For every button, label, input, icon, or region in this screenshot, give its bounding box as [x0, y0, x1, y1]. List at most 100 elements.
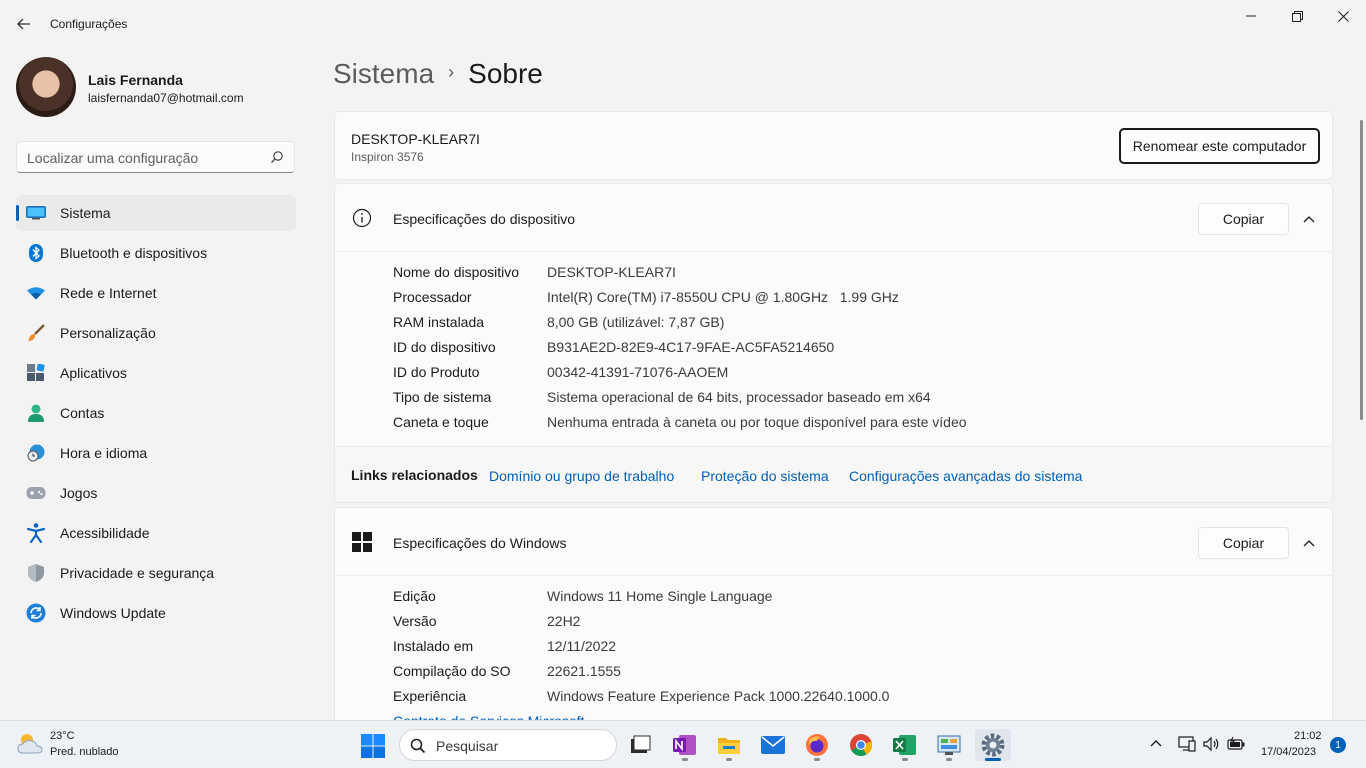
device-specs-header[interactable]: Especificações do dispositivo Copiar: [335, 184, 1332, 252]
sidebar-item-jogos[interactable]: Jogos: [16, 475, 296, 511]
chrome-icon: [850, 734, 872, 756]
running-indicator: [726, 758, 732, 761]
chevron-up-icon: [1303, 540, 1315, 547]
spec-key: Compilação do SO: [393, 663, 511, 679]
breadcrumb-parent[interactable]: Sistema: [333, 58, 434, 89]
minimize-button[interactable]: [1228, 4, 1274, 28]
chrome-button[interactable]: [843, 729, 879, 761]
back-button[interactable]: [10, 12, 38, 36]
pc-name-card: DESKTOP-KLEAR7I Inspiron 3576 Renomear e…: [334, 111, 1333, 180]
spec-value: Intel(R) Core(TM) i7-8550U CPU @ 1.80GHz…: [547, 289, 899, 305]
user-email: laisfernanda07@hotmail.com: [88, 91, 244, 105]
taskbar-search[interactable]: Pesquisar: [399, 729, 617, 761]
domain-workgroup-link[interactable]: Domínio ou grupo de trabalho: [489, 468, 674, 484]
spec-row: Caneta e toque Nenhuma entrada à caneta o…: [393, 414, 1313, 439]
network-icon[interactable]: [1178, 735, 1196, 753]
spec-row: RAM instalada 8,00 GB (utilizável: 7,87 G…: [393, 314, 1313, 339]
spec-value: Nenhuma entrada à caneta ou por toque di…: [547, 414, 967, 430]
clock-date[interactable]: 17/04/2023: [1261, 746, 1316, 758]
device-specs-title: Especificações do dispositivo: [393, 211, 576, 227]
spec-row: Experiência Windows Feature Experience Pa…: [393, 688, 1313, 713]
control-panel-icon: [937, 735, 961, 755]
spec-value: DESKTOP-KLEAR7I: [547, 264, 676, 280]
onenote-button[interactable]: [667, 729, 703, 761]
firefox-icon: [806, 734, 828, 756]
firefox-button[interactable]: [799, 729, 835, 761]
settings-search[interactable]: [16, 141, 295, 173]
sidebar-item-label: Acessibilidade: [60, 525, 150, 541]
spec-row: Nome do dispositivo DESKTOP-KLEAR7I: [393, 264, 1313, 289]
spec-key: Tipo de sistema: [393, 389, 492, 405]
spec-key: ID do dispositivo: [393, 339, 496, 355]
control-panel-button[interactable]: [931, 729, 967, 761]
maximize-button[interactable]: [1274, 4, 1320, 28]
mail-button[interactable]: [755, 729, 791, 761]
chevron-up-icon[interactable]: [1148, 735, 1164, 751]
spec-value: Sistema operacional de 64 bits, processa…: [547, 389, 931, 405]
spec-row: Processador Intel(R) Core(TM) i7-8550U CP…: [393, 289, 1313, 314]
sidebar-item-personalizacao[interactable]: Personalização: [16, 315, 296, 351]
notification-badge[interactable]: 1: [1330, 737, 1346, 753]
running-indicator: [682, 758, 688, 761]
weather-temperature[interactable]: 23°C: [50, 730, 75, 742]
chevron-up-icon: [1303, 216, 1315, 223]
search-input[interactable]: [27, 148, 267, 168]
spec-key: Versão: [393, 613, 437, 629]
collapse-device-specs-button[interactable]: [1297, 208, 1321, 230]
sidebar-item-acessibilidade[interactable]: Acessibilidade: [16, 515, 296, 551]
info-icon: [352, 208, 372, 228]
sidebar-item-sistema[interactable]: Sistema: [16, 195, 296, 231]
avatar[interactable]: [16, 57, 76, 117]
task-view-button[interactable]: [622, 729, 658, 761]
windows-start-icon[interactable]: [360, 733, 386, 759]
windows-specs-header[interactable]: Especificações do Windows Copiar: [335, 508, 1332, 576]
search-icon[interactable]: [270, 150, 284, 164]
settings-icon: [981, 733, 1005, 757]
settings-button[interactable]: [975, 729, 1011, 761]
sidebar-item-windows-update[interactable]: Windows Update: [16, 595, 296, 631]
excel-button[interactable]: [887, 729, 923, 761]
windows-specs-card: Especificações do Windows Copiar Edição W…: [334, 507, 1333, 727]
copy-windows-specs-button[interactable]: Copiar: [1198, 527, 1289, 559]
copy-device-specs-button[interactable]: Copiar: [1198, 203, 1289, 235]
advanced-system-settings-link[interactable]: Configurações avançadas do sistema: [849, 468, 1082, 484]
spec-row: Tipo de sistema Sistema operacional de 64…: [393, 389, 1313, 414]
rename-pc-button[interactable]: Renomear este computador: [1119, 128, 1320, 164]
clock-time[interactable]: 21:02: [1294, 730, 1322, 742]
spec-row: Instalado em 12/11/2022: [393, 638, 1313, 663]
sidebar-item-label: Sistema: [60, 205, 111, 221]
taskbar: 23°C Pred. nublado Pesquisar 21:02 17/04…: [0, 720, 1366, 768]
sidebar-item-rede[interactable]: Rede e Internet: [16, 275, 296, 311]
spec-value: 00342-41391-71076-AAOEM: [547, 364, 729, 380]
volume-icon[interactable]: [1202, 735, 1220, 753]
spec-row: ID do Produto 00342-41391-71076-AAOEM: [393, 364, 1313, 389]
spec-value: 22H2: [547, 613, 581, 629]
running-indicator: [814, 758, 820, 761]
spec-value: 22621.1555: [547, 663, 621, 679]
globe-clock-icon: [26, 444, 46, 462]
spec-row: Edição Windows 11 Home Single Language: [393, 588, 1313, 613]
sidebar-item-privacidade[interactable]: Privacidade e segurança: [16, 555, 296, 591]
spec-value: Windows 11 Home Single Language: [547, 588, 773, 604]
running-indicator: [902, 758, 908, 761]
file-explorer-button[interactable]: [711, 729, 747, 761]
spec-row: ID do dispositivo B931AE2D-82E9-4C17-9FAE…: [393, 339, 1313, 364]
partly-cloudy-icon[interactable]: [16, 731, 44, 755]
bluetooth-icon: [26, 244, 46, 262]
close-button[interactable]: [1320, 4, 1366, 28]
system-protection-link[interactable]: Proteção do sistema: [701, 468, 829, 484]
device-specs-card: Especificações do dispositivo Copiar Nom…: [334, 183, 1333, 503]
sidebar-nav: Sistema Bluetooth e dispositivos Rede e …: [16, 195, 296, 635]
wifi-icon: [26, 284, 46, 302]
collapse-windows-specs-button[interactable]: [1297, 532, 1321, 554]
weather-description[interactable]: Pred. nublado: [50, 746, 119, 758]
sidebar-item-aplicativos[interactable]: Aplicativos: [16, 355, 296, 391]
sidebar-item-contas[interactable]: Contas: [16, 395, 296, 431]
scrollbar[interactable]: [1360, 120, 1363, 420]
sidebar-item-hora[interactable]: Hora e idioma: [16, 435, 296, 471]
spec-value: Windows Feature Experience Pack 1000.226…: [547, 688, 890, 704]
spec-key: ID do Produto: [393, 364, 480, 380]
battery-icon[interactable]: [1227, 735, 1245, 753]
gamepad-icon: [26, 484, 46, 502]
sidebar-item-bluetooth[interactable]: Bluetooth e dispositivos: [16, 235, 296, 271]
